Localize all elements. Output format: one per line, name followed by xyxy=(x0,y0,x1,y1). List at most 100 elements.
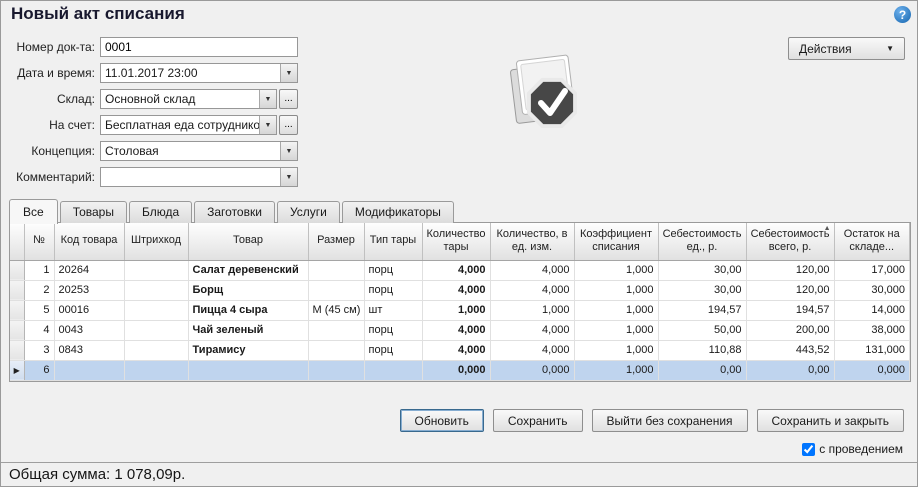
cell-container[interactable]: порц xyxy=(364,260,422,280)
cell-coeff[interactable]: 1,000 xyxy=(574,360,658,380)
tab-all[interactable]: Все xyxy=(9,199,58,224)
column-header-num[interactable]: № xyxy=(24,223,54,260)
combo-arrow-icon[interactable]: ▼ xyxy=(280,64,297,82)
cell-cost-total[interactable]: 120,00 xyxy=(746,260,834,280)
cell-name[interactable]: Салат деревенский xyxy=(188,260,308,280)
cell-size[interactable] xyxy=(308,320,364,340)
combo-arrow-icon[interactable]: ▼ xyxy=(259,90,276,108)
column-header-name[interactable]: Товар xyxy=(188,223,308,260)
cell-coeff[interactable]: 1,000 xyxy=(574,340,658,360)
warehouse-browse-button[interactable]: ... xyxy=(279,89,298,109)
cell-stock[interactable]: 38,000 xyxy=(834,320,910,340)
row-selector[interactable] xyxy=(10,340,24,360)
cell-size[interactable] xyxy=(308,340,364,360)
concept-combo[interactable]: Столовая ▼ xyxy=(100,141,298,161)
datetime-combo[interactable]: 11.01.2017 23:00 ▼ xyxy=(100,63,298,83)
cell-container[interactable]: порц xyxy=(364,320,422,340)
table-row[interactable]: 220253Борщпорц4,0004,0001,00030,00120,00… xyxy=(10,280,910,300)
cell-barcode[interactable] xyxy=(124,280,188,300)
row-selector[interactable] xyxy=(10,260,24,280)
table-row[interactable]: ▶60,0000,0001,0000,000,000,000 xyxy=(10,360,910,380)
cell-code[interactable] xyxy=(54,360,124,380)
cell-cost-total[interactable]: 443,52 xyxy=(746,340,834,360)
column-header-cost-total[interactable]: ▲ Себестоимость всего, р. xyxy=(746,223,834,260)
combo-arrow-icon[interactable]: ▼ xyxy=(280,142,297,160)
doc-number-input[interactable] xyxy=(100,37,298,57)
cell-num[interactable]: 2 xyxy=(24,280,54,300)
cell-code[interactable]: 20253 xyxy=(54,280,124,300)
table-row[interactable]: 500016Пицца 4 сыраМ (45 см)шт1,0001,0001… xyxy=(10,300,910,320)
save-button[interactable]: Сохранить xyxy=(493,409,583,432)
cell-cost-unit[interactable]: 194,57 xyxy=(658,300,746,320)
cell-stock[interactable]: 17,000 xyxy=(834,260,910,280)
cell-num[interactable]: 6 xyxy=(24,360,54,380)
cell-num[interactable]: 5 xyxy=(24,300,54,320)
cell-code[interactable]: 0843 xyxy=(54,340,124,360)
column-header-size[interactable]: Размер xyxy=(308,223,364,260)
cell-qty-tare[interactable]: 1,000 xyxy=(422,300,490,320)
row-selector[interactable] xyxy=(10,300,24,320)
cell-name[interactable]: Тирамису xyxy=(188,340,308,360)
tab-services[interactable]: Услуги xyxy=(277,201,340,223)
cell-code[interactable]: 00016 xyxy=(54,300,124,320)
cell-size[interactable] xyxy=(308,280,364,300)
cell-qty-tare[interactable]: 4,000 xyxy=(422,260,490,280)
refresh-button[interactable]: Обновить xyxy=(400,409,484,432)
cell-cost-unit[interactable]: 110,88 xyxy=(658,340,746,360)
column-header-container[interactable]: Тип тары xyxy=(364,223,422,260)
cell-barcode[interactable] xyxy=(124,340,188,360)
tab-modifiers[interactable]: Модификаторы xyxy=(342,201,454,223)
row-selector[interactable]: ▶ xyxy=(10,360,24,380)
cell-code[interactable]: 0043 xyxy=(54,320,124,340)
cell-qty-tare[interactable]: 4,000 xyxy=(422,340,490,360)
cell-cost-total[interactable]: 0,00 xyxy=(746,360,834,380)
cell-stock[interactable]: 131,000 xyxy=(834,340,910,360)
cell-num[interactable]: 3 xyxy=(24,340,54,360)
cell-qty-units[interactable]: 4,000 xyxy=(490,260,574,280)
cell-qty-tare[interactable]: 4,000 xyxy=(422,320,490,340)
combo-arrow-icon[interactable]: ▼ xyxy=(259,116,276,134)
post-document-checkbox[interactable]: с проведением xyxy=(802,442,903,456)
table-row[interactable]: 120264Салат деревенскийпорц4,0004,0001,0… xyxy=(10,260,910,280)
column-header-qty-tare[interactable]: Количество тары xyxy=(422,223,490,260)
cell-qty-units[interactable]: 0,000 xyxy=(490,360,574,380)
table-row[interactable]: 40043Чай зеленыйпорц4,0004,0001,00050,00… xyxy=(10,320,910,340)
column-header-code[interactable]: Код товара xyxy=(54,223,124,260)
row-selector[interactable] xyxy=(10,320,24,340)
cell-name[interactable]: Чай зеленый xyxy=(188,320,308,340)
cell-stock[interactable]: 14,000 xyxy=(834,300,910,320)
cell-coeff[interactable]: 1,000 xyxy=(574,280,658,300)
cell-barcode[interactable] xyxy=(124,320,188,340)
cell-stock[interactable]: 30,000 xyxy=(834,280,910,300)
cell-cost-unit[interactable]: 50,00 xyxy=(658,320,746,340)
cell-size[interactable]: М (45 см) xyxy=(308,300,364,320)
table-row[interactable]: 30843Тирамисупорц4,0004,0001,000110,8844… xyxy=(10,340,910,360)
cell-coeff[interactable]: 1,000 xyxy=(574,260,658,280)
cell-qty-units[interactable]: 4,000 xyxy=(490,340,574,360)
cell-container[interactable]: порц xyxy=(364,280,422,300)
cell-stock[interactable]: 0,000 xyxy=(834,360,910,380)
exit-without-saving-button[interactable]: Выйти без сохранения xyxy=(592,409,748,432)
cell-code[interactable]: 20264 xyxy=(54,260,124,280)
cell-qty-tare[interactable]: 4,000 xyxy=(422,280,490,300)
cell-qty-units[interactable]: 4,000 xyxy=(490,320,574,340)
cell-size[interactable] xyxy=(308,360,364,380)
cell-qty-units[interactable]: 4,000 xyxy=(490,280,574,300)
actions-button[interactable]: Действия ▼ xyxy=(788,37,905,60)
column-header-barcode[interactable]: Штрихкод xyxy=(124,223,188,260)
column-header-stock[interactable]: Остаток на складе... xyxy=(834,223,910,260)
column-header-qty-units[interactable]: Количество, в ед. изм. xyxy=(490,223,574,260)
cell-cost-unit[interactable]: 30,00 xyxy=(658,280,746,300)
cell-cost-total[interactable]: 200,00 xyxy=(746,320,834,340)
cell-name[interactable]: Борщ xyxy=(188,280,308,300)
column-header-cost-unit[interactable]: Себестоимость ед., р. xyxy=(658,223,746,260)
column-header-coeff[interactable]: Коэффициент списания xyxy=(574,223,658,260)
comment-combo[interactable]: ▼ xyxy=(100,167,298,187)
row-selector[interactable] xyxy=(10,280,24,300)
cell-cost-unit[interactable]: 0,00 xyxy=(658,360,746,380)
post-document-checkbox-input[interactable] xyxy=(802,443,815,456)
cell-container[interactable]: шт xyxy=(364,300,422,320)
tab-goods[interactable]: Товары xyxy=(60,201,127,223)
help-icon[interactable]: ? xyxy=(894,6,911,23)
account-combo[interactable]: Бесплатная еда сотрудников ▼ xyxy=(100,115,277,135)
